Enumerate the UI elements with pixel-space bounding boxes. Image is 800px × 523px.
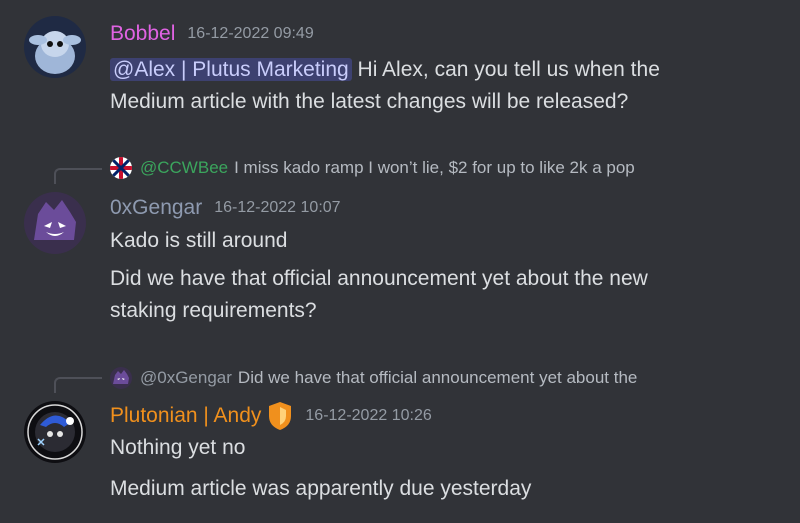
reply-spine (54, 377, 102, 393)
username[interactable]: 0xGengar (110, 196, 202, 220)
username[interactable]: Plutonian | Andy (110, 404, 261, 428)
message-text: Did we have that official announcement y… (110, 267, 648, 290)
reply-author[interactable]: @CCWBee (140, 158, 228, 178)
message-text: Kado is still around (110, 229, 288, 252)
message-header: 0xGengar 16-12-2022 10:07 (110, 196, 341, 220)
message-line: Did we have that official announcement y… (110, 267, 648, 291)
shield-icon[interactable] (267, 401, 293, 431)
avatar-bobbel[interactable] (24, 16, 86, 78)
message-text: Medium article with the latest changes w… (110, 90, 629, 113)
message-text: Nothing yet no (110, 436, 246, 459)
user-mention[interactable]: @Alex | Plutus Marketing (110, 58, 352, 81)
message-text: Hi Alex, can you tell us when the (351, 58, 660, 81)
message-header: Bobbel 16-12-2022 09:49 (110, 22, 314, 46)
reply-text: I miss kado ramp I won’t lie, $2 for up … (234, 158, 635, 177)
timestamp: 16-12-2022 10:26 (305, 407, 432, 424)
message-line: Nothing yet no (110, 436, 245, 460)
chat-messages: Bobbel 16-12-2022 09:49 @Alex | Plutus M… (0, 0, 800, 523)
reply-spine (54, 168, 102, 184)
reply-avatar (110, 367, 132, 389)
reply-author[interactable]: @0xGengar (140, 368, 232, 388)
message-line: Medium article was apparently due yester… (110, 477, 531, 501)
username[interactable]: Bobbel (110, 22, 175, 46)
message-header: Plutonian | Andy 16-12-2022 10:26 (110, 401, 432, 431)
message-line: @Alex | Plutus Marketing Hi Alex, can yo… (110, 58, 660, 82)
message-text: staking requirements? (110, 299, 317, 322)
message-line: Medium article with the latest changes w… (110, 90, 628, 114)
timestamp: 16-12-2022 09:49 (187, 25, 314, 42)
message-text: Medium article was apparently due yester… (110, 477, 532, 500)
avatar-plutonian-andy[interactable] (24, 401, 86, 463)
reply-reference[interactable]: @0xGengar Did we have that official anno… (110, 367, 637, 389)
message-line: staking requirements? (110, 299, 317, 323)
reply-avatar (110, 157, 132, 179)
message-line: Kado is still around (110, 229, 287, 253)
reply-text: Did we have that official announcement y… (237, 368, 638, 387)
reply-reference[interactable]: @CCWBee I miss kado ramp I won’t lie, $2… (110, 157, 635, 179)
timestamp: 16-12-2022 10:07 (214, 199, 341, 216)
avatar-0xgengar[interactable] (24, 192, 86, 254)
